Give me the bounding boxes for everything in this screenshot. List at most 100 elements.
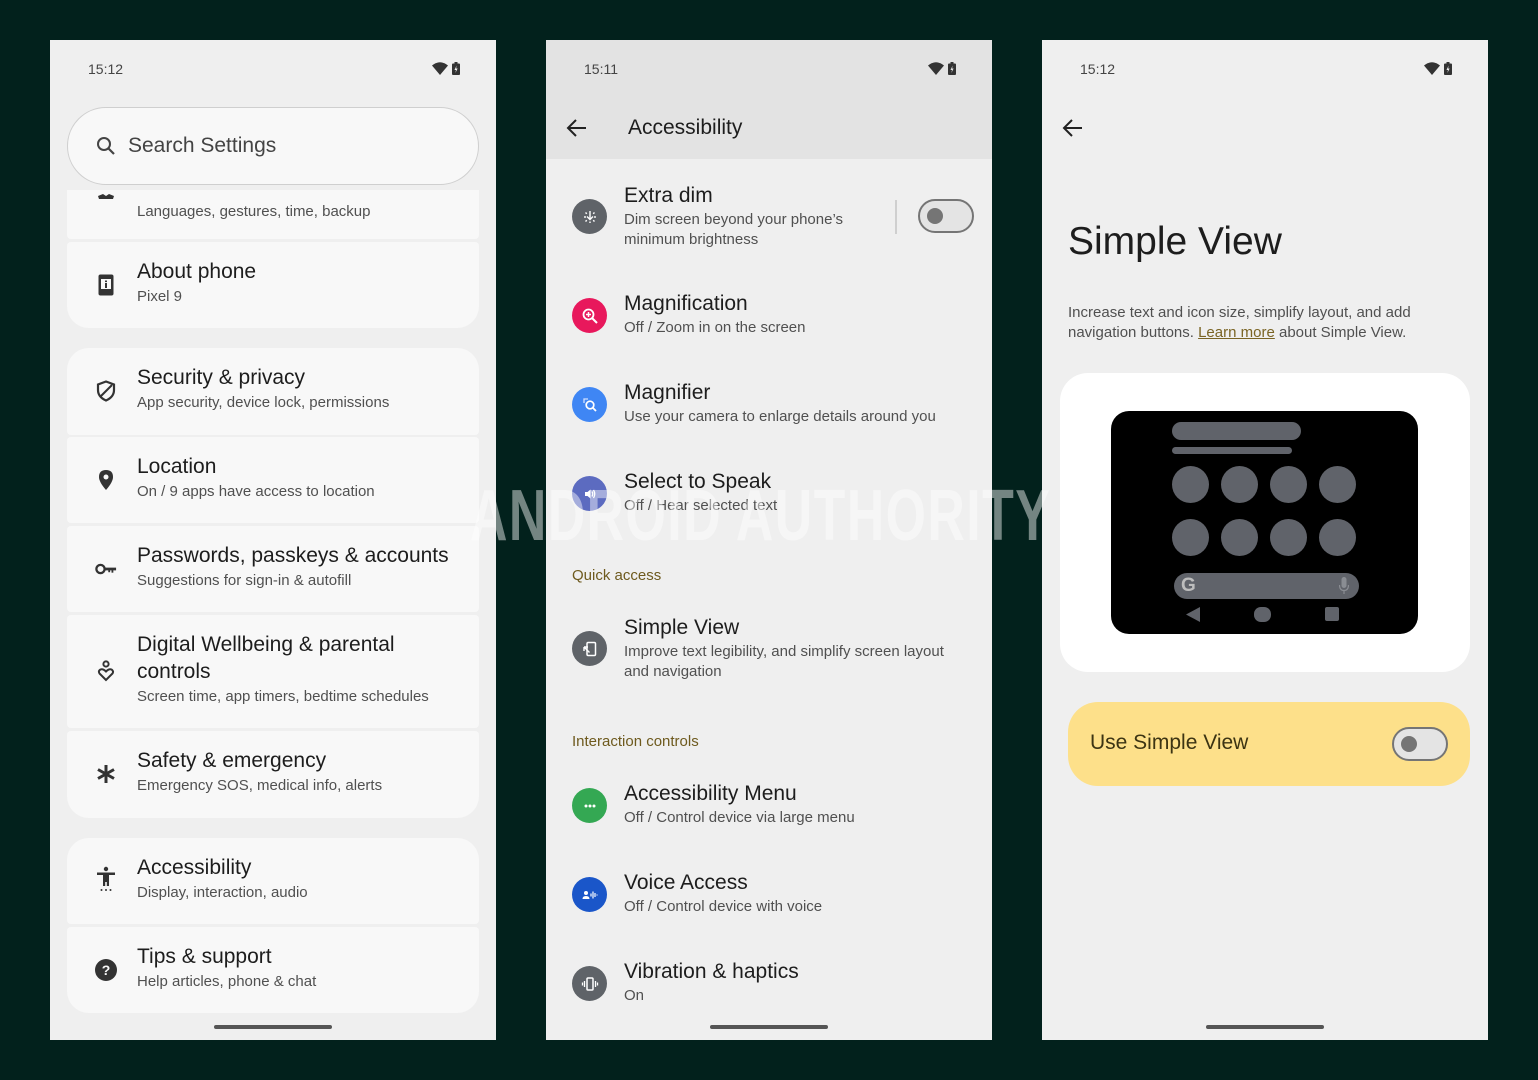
a11y-item-vibration-haptics[interactable]: Vibration & haptics On	[546, 958, 992, 1018]
magnifier-icon	[572, 387, 607, 422]
status-time: 15:12	[88, 61, 124, 77]
gesture-nav-handle[interactable]	[710, 1025, 828, 1029]
a11y-item-voice-access[interactable]: Voice Access Off / Control device with v…	[546, 869, 992, 929]
toggle-divider	[895, 200, 897, 234]
section-header-interaction-controls: Interaction controls	[572, 733, 699, 750]
back-arrow-icon[interactable]	[1062, 118, 1084, 138]
page-description: Increase text and icon size, simplify la…	[1068, 303, 1448, 343]
settings-screen: 15:12 Search Settings Languages, gesture…	[50, 40, 496, 1040]
item-subtitle: App security, device lock, permissions	[137, 394, 390, 411]
a11y-item-magnification[interactable]: Magnification Off / Zoom in on the scree…	[546, 290, 992, 350]
status-bar: 15:11	[546, 40, 992, 100]
magnification-icon	[572, 298, 607, 333]
back-arrow-icon[interactable]	[566, 118, 588, 138]
item-title: Select to Speak	[624, 470, 772, 493]
vibration-icon	[572, 966, 607, 1001]
accessibility-icon	[95, 866, 117, 891]
gesture-nav-handle[interactable]	[214, 1025, 332, 1029]
illustration-app-icon	[1270, 519, 1307, 556]
description-text-end: about Simple View.	[1274, 324, 1407, 341]
a11y-item-simple-view[interactable]: Simple View Improve text legibility, and…	[546, 614, 992, 689]
illustration-app-icon	[1270, 466, 1307, 503]
nav-back-icon	[1186, 607, 1200, 622]
illustration-clock-bar	[1172, 422, 1301, 440]
simple-view-icon	[572, 631, 607, 666]
learn-more-link[interactable]: Learn more	[1198, 324, 1275, 341]
use-simple-view-toggle[interactable]	[1392, 727, 1448, 761]
settings-item-security-privacy[interactable]: Security & privacy App security, device …	[67, 348, 479, 435]
item-subtitle: Languages, gestures, time, backup	[137, 203, 371, 220]
settings-item-tips-support[interactable]: ? Tips & support Help articles, phone & …	[67, 927, 479, 1013]
item-title: Accessibility Menu	[624, 782, 797, 805]
item-subtitle: Off / Control device via large menu	[624, 809, 855, 826]
mic-icon	[1339, 577, 1349, 594]
illustration-date-bar	[1172, 447, 1292, 454]
item-title: Digital Wellbeing & parental controls	[137, 633, 395, 683]
illustration-app-icon	[1319, 519, 1356, 556]
simple-view-preview-card: G	[1060, 373, 1470, 672]
extra-dim-icon	[572, 199, 607, 234]
a11y-item-select-to-speak[interactable]: Select to Speak Off / Hear selected text	[546, 468, 992, 528]
item-title: Extra dim	[624, 184, 713, 207]
item-title: Safety & emergency	[137, 749, 327, 772]
search-settings-bar[interactable]: Search Settings	[67, 107, 479, 185]
item-title: Accessibility	[137, 856, 252, 879]
item-subtitle: Dim screen beyond your phone’s minimum b…	[624, 211, 844, 248]
settings-item-location[interactable]: Location On / 9 apps have access to loca…	[67, 437, 479, 523]
illustration-search-bar: G	[1174, 573, 1359, 599]
illustration-app-icon	[1172, 466, 1209, 503]
status-bar: 15:12	[50, 40, 496, 100]
illustration-app-icon	[1172, 519, 1209, 556]
location-pin-icon	[95, 469, 117, 491]
settings-item-about-phone[interactable]: About phone Pixel 9	[67, 242, 479, 328]
home-screen-illustration: G	[1111, 411, 1418, 634]
item-subtitle: Improve text legibility, and simplify sc…	[624, 643, 944, 680]
gear-icon	[95, 190, 117, 212]
wifi-icon	[928, 62, 944, 75]
key-icon	[95, 558, 117, 580]
asterisk-icon	[95, 763, 117, 785]
use-simple-view-row[interactable]: Use Simple View	[1068, 702, 1470, 786]
item-title: Tips & support	[137, 945, 272, 968]
item-title: Magnification	[624, 292, 748, 315]
item-title: Passwords, passkeys & accounts	[137, 544, 449, 567]
help-icon: ?	[95, 959, 117, 981]
settings-item-system[interactable]: Languages, gestures, time, backup	[67, 190, 479, 239]
google-logo-icon: G	[1181, 575, 1196, 596]
illustration-app-icon	[1221, 519, 1258, 556]
item-title: Magnifier	[624, 381, 711, 404]
wifi-icon	[1424, 62, 1440, 75]
nav-recents-icon	[1325, 607, 1339, 621]
item-subtitle: Off / Hear selected text	[624, 497, 778, 514]
select-to-speak-icon	[572, 476, 607, 511]
shield-icon	[95, 380, 117, 402]
phone-info-icon	[95, 274, 117, 296]
svg-text:?: ?	[102, 962, 111, 978]
a11y-item-accessibility-menu[interactable]: Accessibility Menu Off / Control device …	[546, 780, 992, 840]
battery-charging-icon	[452, 62, 460, 75]
a11y-item-magnifier[interactable]: Magnifier Use your camera to enlarge det…	[546, 379, 992, 439]
search-placeholder: Search Settings	[128, 134, 277, 157]
voice-access-icon	[572, 877, 607, 912]
settings-item-safety-emergency[interactable]: Safety & emergency Emergency SOS, medica…	[67, 731, 479, 818]
accessibility-screen: 15:11 Accessibility Extra dim Dim screen…	[546, 40, 992, 1040]
page-title: Simple View	[1068, 220, 1282, 263]
settings-item-passwords[interactable]: Passwords, passkeys & accounts Suggestio…	[67, 526, 479, 612]
item-title: About phone	[137, 260, 257, 283]
illustration-app-icon	[1319, 466, 1356, 503]
extra-dim-toggle[interactable]	[918, 199, 974, 233]
item-title: Vibration & haptics	[624, 960, 799, 983]
item-subtitle: Use your camera to enlarge details aroun…	[624, 408, 936, 425]
section-header-quick-access: Quick access	[572, 567, 662, 584]
battery-charging-icon	[948, 62, 956, 75]
settings-item-digital-wellbeing[interactable]: Digital Wellbeing & parental controls Sc…	[67, 615, 479, 728]
app-bar: 15:11 Accessibility	[546, 40, 992, 159]
item-subtitle: Off / Control device with voice	[624, 898, 823, 915]
page-title: Accessibility	[628, 116, 743, 139]
item-title: Location	[137, 455, 217, 478]
gesture-nav-handle[interactable]	[1206, 1025, 1324, 1029]
settings-item-accessibility[interactable]: Accessibility Display, interaction, audi…	[67, 838, 479, 924]
status-bar: 15:12	[1042, 40, 1488, 100]
item-title: Security & privacy	[137, 366, 306, 389]
more-dots-icon	[572, 788, 607, 823]
